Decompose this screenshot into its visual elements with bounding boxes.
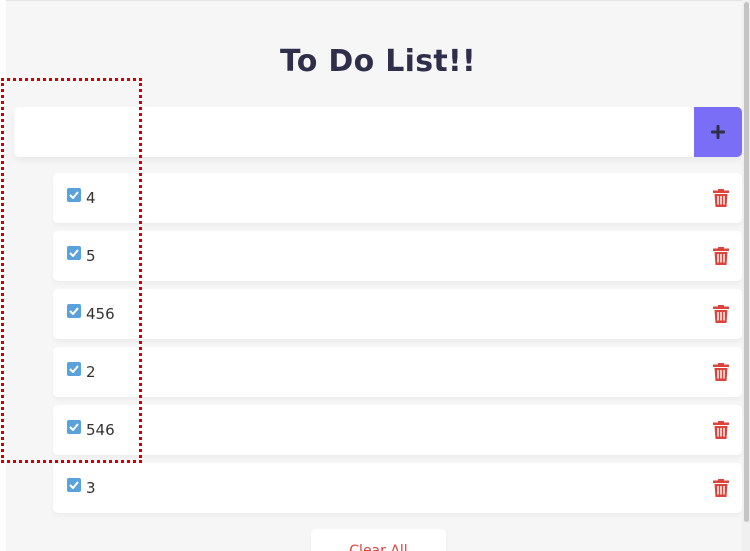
clear-all-button[interactable]: Clear All (311, 529, 446, 551)
page-title: To Do List!! (279, 44, 477, 79)
scrollbar-thumb[interactable] (744, 2, 749, 522)
list-item-text: 456 (86, 305, 115, 323)
checkbox-checked-icon[interactable] (67, 478, 81, 492)
todo-input[interactable] (14, 107, 694, 157)
page-edge (0, 0, 6, 551)
checkbox-checked-icon[interactable] (67, 420, 81, 434)
list-item: 2 (53, 347, 742, 397)
trash-icon[interactable] (713, 363, 729, 381)
checkbox-checked-icon[interactable] (67, 362, 81, 376)
trash-icon[interactable] (713, 421, 729, 439)
list-item-text: 4 (86, 189, 96, 207)
add-button[interactable] (694, 107, 742, 157)
list-item: 546 (53, 405, 742, 455)
list-item-text: 5 (86, 247, 96, 265)
todo-input-row (14, 107, 742, 157)
list-item: 3 (53, 463, 742, 513)
trash-icon[interactable] (713, 479, 729, 497)
list-item-text: 546 (86, 421, 115, 439)
list-item: 456 (53, 289, 742, 339)
checkbox-checked-icon[interactable] (67, 246, 81, 260)
todo-list: 4 5 456 2 546 3 (53, 173, 742, 521)
trash-icon[interactable] (713, 189, 729, 207)
scrollbar[interactable] (742, 0, 750, 551)
top-border (6, 0, 750, 1)
list-item: 5 (53, 231, 742, 281)
list-item-text: 3 (86, 479, 96, 497)
trash-icon[interactable] (713, 305, 729, 323)
list-item-text: 2 (86, 363, 96, 381)
checkbox-checked-icon[interactable] (67, 304, 81, 318)
trash-icon[interactable] (713, 247, 729, 265)
list-item: 4 (53, 173, 742, 223)
checkbox-checked-icon[interactable] (67, 188, 81, 202)
plus-icon (711, 125, 725, 139)
